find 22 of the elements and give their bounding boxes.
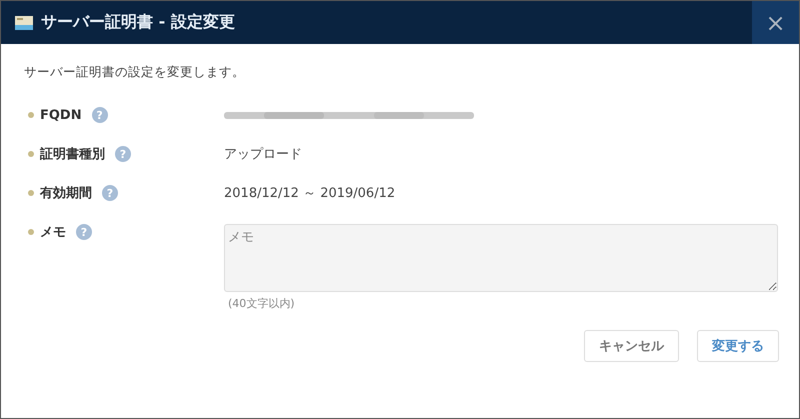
field-label: 有効期間	[40, 185, 92, 202]
bullet-icon	[28, 229, 34, 235]
dialog-title: サーバー証明書 - 設定変更	[41, 12, 236, 33]
field-value: 2018/12/12 ～ 2019/06/12	[224, 185, 396, 202]
bullet-icon	[28, 112, 34, 118]
character-limit-hint: (40文字以内)	[228, 296, 296, 311]
cancel-button[interactable]: キャンセル	[584, 330, 679, 362]
field-label: メモ	[40, 224, 66, 241]
field-label: FQDN	[40, 108, 82, 122]
help-icon[interactable]: ?	[76, 224, 92, 240]
field-value: アップロード	[224, 146, 303, 163]
confirm-button[interactable]: 変更する	[697, 330, 779, 362]
certificate-icon	[15, 16, 33, 30]
close-button[interactable]: ×	[752, 1, 799, 44]
help-icon[interactable]: ?	[102, 185, 118, 201]
bullet-icon	[28, 190, 34, 196]
help-icon[interactable]: ?	[115, 146, 131, 162]
memo-field[interactable]: メモ	[224, 224, 778, 292]
bullet-icon	[28, 151, 34, 157]
description-text: サーバー証明書の設定を変更します。	[24, 64, 246, 81]
field-label: 証明書種別	[40, 146, 105, 163]
help-icon[interactable]: ?	[92, 107, 108, 123]
